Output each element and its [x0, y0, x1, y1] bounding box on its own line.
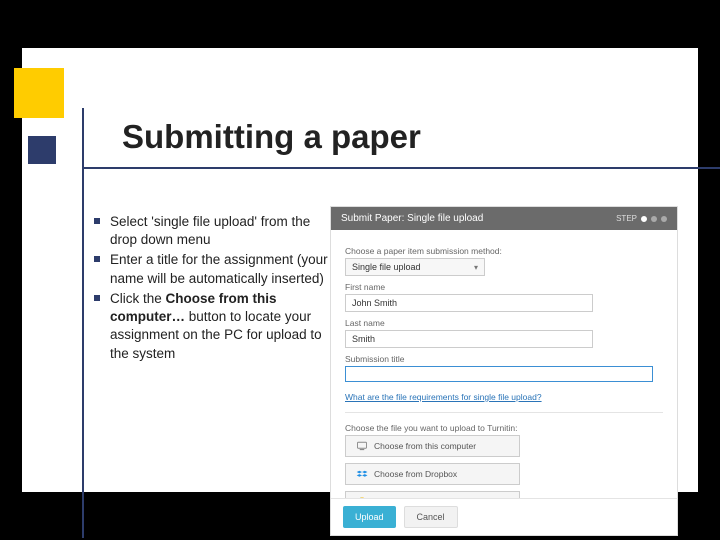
panel-header: Submit Paper: Single file upload STEP [331, 207, 677, 230]
choose-computer-button[interactable]: Choose from this computer [345, 435, 520, 457]
bullet-text-pre: Click the [110, 291, 166, 306]
slide-body: Select 'single file upload' from the dro… [92, 213, 332, 365]
first-name-label: First name [345, 282, 663, 292]
first-name-value: John Smith [352, 298, 397, 308]
choose-file-label: Choose the file you want to upload to Tu… [345, 423, 663, 433]
first-name-field[interactable]: John Smith [345, 294, 593, 312]
bullet-text: Enter a title for the assignment (your n… [110, 252, 328, 285]
submission-title-label: Submission title [345, 354, 663, 364]
divider-vertical [82, 108, 84, 538]
computer-icon [356, 440, 368, 452]
method-label: Choose a paper item submission method: [345, 246, 663, 256]
step-label: STEP [616, 214, 637, 223]
help-link[interactable]: What are the file requirements for singl… [345, 392, 542, 402]
last-name-label: Last name [345, 318, 663, 328]
choose-dropbox-label: Choose from Dropbox [374, 469, 457, 479]
bullet-item: Click the Choose from this computer… but… [92, 290, 332, 363]
step-dot-icon [641, 216, 647, 222]
slide-title: Submitting a paper [122, 118, 421, 156]
bullet-text: Select 'single file upload' from the dro… [110, 214, 310, 247]
step-dot-icon [661, 216, 667, 222]
step-dot-icon [651, 216, 657, 222]
accent-square-yellow [14, 68, 64, 118]
upload-button[interactable]: Upload [343, 506, 396, 528]
step-indicator: STEP [616, 214, 667, 223]
submission-title-field[interactable] [345, 366, 653, 382]
method-select-value: Single file upload [352, 262, 421, 272]
cancel-button[interactable]: Cancel [404, 506, 458, 528]
divider [345, 412, 663, 413]
panel-body: Choose a paper item submission method: S… [331, 230, 677, 529]
slide: Submitting a paper Select 'single file u… [22, 48, 698, 492]
divider-horizontal [82, 167, 720, 169]
chevron-down-icon: ▾ [474, 263, 478, 272]
choose-computer-label: Choose from this computer [374, 441, 476, 451]
choose-dropbox-button[interactable]: Choose from Dropbox [345, 463, 520, 485]
bullet-item: Enter a title for the assignment (your n… [92, 251, 332, 287]
panel-footer: Upload Cancel [331, 498, 677, 535]
method-select[interactable]: Single file upload ▾ [345, 258, 485, 276]
dropbox-icon [356, 468, 368, 480]
bullet-item: Select 'single file upload' from the dro… [92, 213, 332, 249]
accent-square-navy [28, 136, 56, 164]
embedded-screenshot: Submit Paper: Single file upload STEP Ch… [330, 206, 678, 536]
panel-title: Submit Paper: Single file upload [341, 213, 483, 224]
last-name-value: Smith [352, 334, 375, 344]
last-name-field[interactable]: Smith [345, 330, 593, 348]
